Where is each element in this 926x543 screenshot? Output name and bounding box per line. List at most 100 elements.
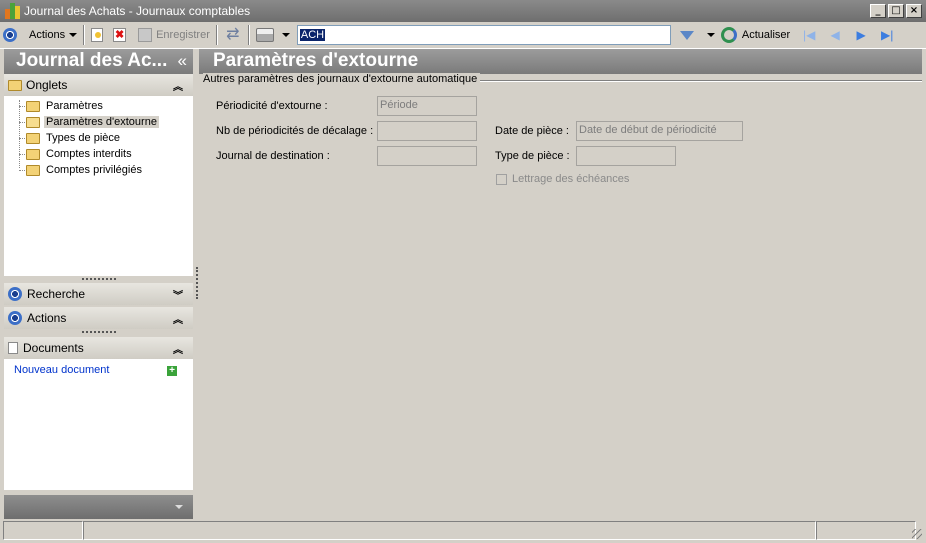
add-icon[interactable]: + <box>167 366 177 376</box>
onglets-tree: Paramètres Paramètres d'extourne Types d… <box>4 96 193 276</box>
actions-menu-label: Actions <box>29 29 66 41</box>
chevron-down-icon <box>175 505 183 509</box>
last-record-icon[interactable]: ▶| <box>877 27 897 43</box>
new-document-link[interactable]: Nouveau document <box>14 364 109 376</box>
folder-icon <box>26 132 40 144</box>
actions-section-icon <box>8 311 22 325</box>
app-icon <box>5 3 21 19</box>
actions-menu-button[interactable]: Actions <box>26 24 80 46</box>
status-cell <box>3 521 83 540</box>
periodicite-field[interactable]: Période <box>377 96 477 116</box>
tree-item-comptes-privilegies[interactable]: Comptes privilégiés <box>4 162 193 178</box>
maximize-button[interactable]: □ <box>888 4 904 18</box>
tree-item-parametres-extourne[interactable]: Paramètres d'extourne <box>4 114 193 130</box>
tree-item-label: Comptes interdits <box>46 148 132 160</box>
checkbox-icon <box>496 173 507 185</box>
recherche-section-header[interactable]: Recherche ︾ <box>4 283 193 305</box>
onglets-section-header[interactable]: Onglets ︽ <box>4 74 193 96</box>
toolbar-separator <box>247 25 250 45</box>
lettrage-checkbox[interactable]: Lettrage des échéances <box>496 173 629 185</box>
journal-destination-label: Journal de destination : <box>216 150 330 162</box>
title-bar: Journal des Achats - Journaux comptables… <box>0 0 926 22</box>
type-piece-field[interactable] <box>576 146 676 166</box>
left-panel-footer[interactable] <box>4 495 193 519</box>
left-panel-title: Journal des Ac... <box>16 50 168 71</box>
actions-label: Actions <box>27 311 67 325</box>
documents-section-header[interactable]: Documents ︽ <box>4 337 193 359</box>
folder-open-icon <box>26 116 40 128</box>
new-document-icon <box>91 28 104 42</box>
delete-button[interactable]: ✖ <box>110 24 129 46</box>
status-bar <box>0 519 926 543</box>
print-button[interactable] <box>253 24 293 46</box>
resize-grip[interactable] <box>4 329 193 336</box>
documents-list: Nouveau document + <box>4 359 193 490</box>
chevron-up-icon: ︽ <box>173 344 183 356</box>
first-record-icon[interactable]: |◀ <box>799 27 819 43</box>
save-button[interactable]: Enregistrer <box>135 24 213 46</box>
tree-item-label: Comptes privilégiés <box>46 164 142 176</box>
filter-button[interactable] <box>671 24 718 46</box>
page-title: Paramètres d'extourne <box>199 49 922 74</box>
group-title: Autres paramètres des journaux d'extourn… <box>203 73 481 85</box>
close-button[interactable]: × <box>906 4 922 18</box>
main-panel: Paramètres d'extourne Autres paramètres … <box>199 49 922 519</box>
collapse-panel-button[interactable]: « <box>178 49 187 73</box>
chevron-up-icon: ︽ <box>173 81 183 93</box>
status-cell <box>816 521 916 540</box>
refresh-icon <box>720 27 737 43</box>
window-title: Journal des Achats - Journaux comptables <box>24 4 251 18</box>
search-input-value: ACH <box>299 29 326 41</box>
search-section-icon <box>8 287 22 301</box>
refresh-label: Actualiser <box>741 29 791 41</box>
minimize-button[interactable]: _ <box>870 4 886 18</box>
folder-icon <box>26 164 40 176</box>
sync-icon: ⇄ <box>226 26 240 43</box>
tree-item-parametres[interactable]: Paramètres <box>4 98 193 114</box>
type-piece-label: Type de pièce : <box>495 150 570 162</box>
delete-icon: ✖ <box>113 28 127 42</box>
resize-grip[interactable] <box>4 276 193 283</box>
toolbar-separator <box>83 25 86 45</box>
window-resize-grip[interactable] <box>912 529 922 539</box>
save-label: Enregistrer <box>156 29 210 41</box>
nb-periodicites-field[interactable] <box>377 121 477 141</box>
documents-label: Documents <box>23 341 84 355</box>
date-piece-label: Date de pièce : <box>495 125 569 137</box>
chevron-up-icon: ︽ <box>173 314 183 326</box>
tree-item-types-piece[interactable]: Types de pièce <box>4 130 193 146</box>
journal-destination-field[interactable] <box>377 146 477 166</box>
actions-section-header[interactable]: Actions ︽ <box>4 307 193 329</box>
tree-item-label: Paramètres d'extourne <box>44 116 159 128</box>
lettrage-label: Lettrage des échéances <box>512 173 630 185</box>
chevron-down-icon: ︾ <box>173 290 183 302</box>
tree-item-label: Types de pièce <box>46 132 120 144</box>
chevron-down-icon <box>706 33 715 37</box>
toolbar-separator <box>215 25 218 45</box>
sync-button[interactable]: ⇄ <box>221 24 245 46</box>
folder-icon <box>26 100 40 112</box>
refresh-button[interactable]: Actualiser <box>718 24 793 46</box>
next-record-icon[interactable]: ▶ <box>851 27 871 43</box>
filter-icon <box>679 30 694 40</box>
chevron-down-icon <box>281 33 290 37</box>
panel-splitter[interactable] <box>196 267 198 299</box>
new-button[interactable] <box>88 24 106 46</box>
save-icon <box>138 28 153 42</box>
search-input[interactable]: ACH <box>296 25 671 45</box>
actions-icon[interactable] <box>0 24 20 46</box>
printer-icon <box>255 28 274 42</box>
periodicite-label: Périodicité d'extourne : <box>216 100 328 112</box>
left-panel-header: Journal des Ac... « <box>4 49 193 74</box>
folder-icon <box>8 79 22 91</box>
chevron-down-icon <box>69 33 78 37</box>
previous-record-icon[interactable]: ◀ <box>825 27 845 43</box>
date-piece-field[interactable]: Date de début de périodicité <box>576 121 743 141</box>
toolbar: Actions ✖ Enregistrer ⇄ ACH Actualiser |… <box>0 22 926 49</box>
nb-periodicites-label: Nb de périodicités de décalage : <box>216 125 374 137</box>
status-cell <box>83 521 816 540</box>
recherche-label: Recherche <box>27 287 86 301</box>
onglets-label: Onglets <box>26 78 68 92</box>
tree-item-comptes-interdits[interactable]: Comptes interdits <box>4 146 193 162</box>
folder-icon <box>26 148 40 160</box>
